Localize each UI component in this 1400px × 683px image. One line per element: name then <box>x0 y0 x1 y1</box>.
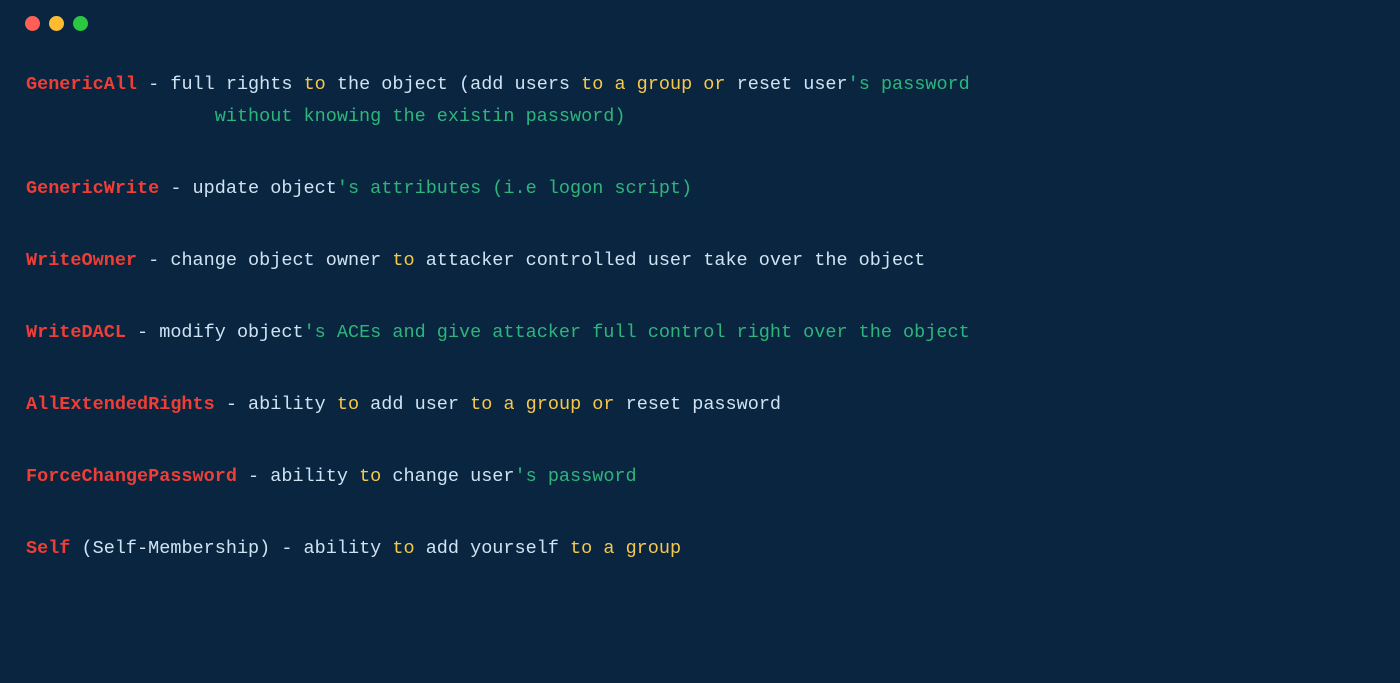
code-token: - full rights <box>137 74 304 95</box>
code-token <box>592 538 603 559</box>
code-token: the object (add users <box>326 74 581 95</box>
code-line: WriteOwner - change object owner to atta… <box>26 249 1374 273</box>
code-token: group <box>637 74 693 95</box>
code-token: (Self-Membership) - ability <box>70 538 392 559</box>
code-token: to <box>359 466 381 487</box>
code-token: GenericWrite <box>26 178 159 199</box>
code-token: add yourself <box>415 538 570 559</box>
code-token: or <box>592 394 614 415</box>
code-token <box>581 394 592 415</box>
close-icon[interactable] <box>25 16 40 31</box>
code-token: add user <box>359 394 470 415</box>
code-token: reset user <box>726 74 848 95</box>
code-token: to <box>392 250 414 271</box>
code-token: ForceChangePassword <box>26 466 237 487</box>
code-token: Self <box>26 538 70 559</box>
code-token <box>515 394 526 415</box>
code-line: ForceChangePassword - ability to change … <box>26 465 1374 489</box>
code-token <box>26 106 215 127</box>
code-token: a <box>503 394 514 415</box>
code-token: to <box>570 538 592 559</box>
code-token <box>626 74 637 95</box>
minimize-icon[interactable] <box>49 16 64 31</box>
code-token: AllExtendedRights <box>26 394 215 415</box>
zoom-icon[interactable] <box>73 16 88 31</box>
code-token: 's attributes (i.e logon script) <box>337 178 692 199</box>
code-token: without knowing the existin password) <box>215 106 626 127</box>
code-token: - change object owner <box>137 250 392 271</box>
code-content: GenericAll - full rights to the object (… <box>0 41 1400 561</box>
code-token: to <box>304 74 326 95</box>
code-token: change user <box>381 466 514 487</box>
code-token: to <box>392 538 414 559</box>
code-line: WriteDACL - modify object's ACEs and giv… <box>26 321 1374 345</box>
entry-genericwrite: GenericWrite - update object's attribute… <box>26 177 1374 201</box>
code-token: group <box>626 538 682 559</box>
code-token: 's password <box>515 466 637 487</box>
code-token: GenericAll <box>26 74 137 95</box>
entry-allextendedrights: AllExtendedRights - ability to add user … <box>26 393 1374 417</box>
entry-self: Self (Self-Membership) - ability to add … <box>26 537 1374 561</box>
code-token: 's ACEs and give attacker full control r… <box>304 322 970 343</box>
code-token: WriteOwner <box>26 250 137 271</box>
code-token: WriteDACL <box>26 322 126 343</box>
code-line: Self (Self-Membership) - ability to add … <box>26 537 1374 561</box>
code-line: GenericAll - full rights to the object (… <box>26 73 1374 97</box>
entry-genericall: GenericAll - full rights to the object (… <box>26 73 1374 129</box>
code-token: or <box>703 74 725 95</box>
code-token: to <box>470 394 492 415</box>
code-token: attacker controlled user take over the o… <box>415 250 926 271</box>
code-token: - ability <box>215 394 337 415</box>
terminal-window: GenericAll - full rights to the object (… <box>0 0 1400 683</box>
code-token: a <box>614 74 625 95</box>
entry-forcechangepassword: ForceChangePassword - ability to change … <box>26 465 1374 489</box>
code-token: - update object <box>159 178 337 199</box>
code-token: - ability <box>237 466 359 487</box>
code-line: AllExtendedRights - ability to add user … <box>26 393 1374 417</box>
code-token <box>614 538 625 559</box>
entry-writedacl: WriteDACL - modify object's ACEs and giv… <box>26 321 1374 345</box>
code-line: GenericWrite - update object's attribute… <box>26 177 1374 201</box>
code-token <box>603 74 614 95</box>
code-token: - modify object <box>126 322 304 343</box>
code-token: 's password <box>848 74 970 95</box>
code-token: to <box>337 394 359 415</box>
code-token: group <box>526 394 582 415</box>
window-titlebar <box>0 0 1400 41</box>
entry-writeowner: WriteOwner - change object owner to atta… <box>26 249 1374 273</box>
code-line: without knowing the existin password) <box>26 105 1374 129</box>
code-token: to <box>581 74 603 95</box>
code-token <box>692 74 703 95</box>
code-token: a <box>603 538 614 559</box>
code-token <box>492 394 503 415</box>
code-token: reset password <box>615 394 782 415</box>
